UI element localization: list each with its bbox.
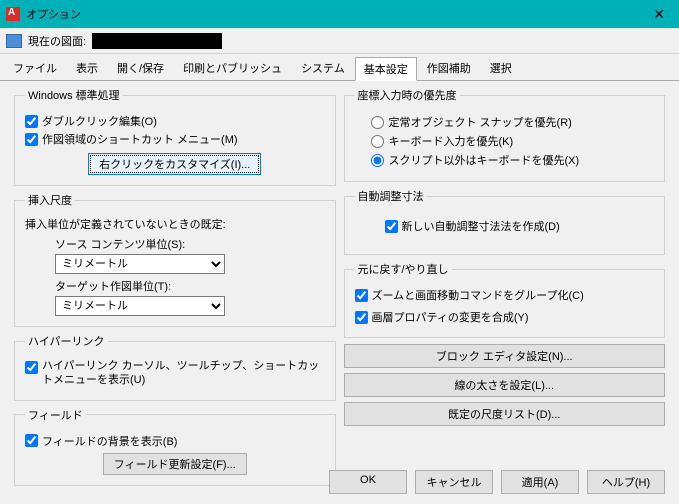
ok-button[interactable]: OK [329, 470, 407, 494]
content: Windows 標準処理 ダブルクリック編集(O) 作図領域のショートカット メ… [0, 81, 679, 469]
group-windows-standard: Windows 標準処理 ダブルクリック編集(O) 作図領域のショートカット メ… [14, 87, 336, 186]
doc-label: 現在の図面: [28, 33, 86, 49]
chk-layer-combine-input[interactable] [355, 311, 368, 324]
tab-file[interactable]: ファイル [4, 56, 66, 80]
app-icon [6, 7, 20, 21]
group-hyperlink: ハイパーリンク ハイパーリンク カーソル、ツールチップ、ショートカットメニューを… [14, 333, 336, 401]
window-title: オプション [26, 6, 645, 22]
right-click-customize-button[interactable]: 右クリックをカスタマイズ(I)... [88, 153, 261, 175]
tab-display[interactable]: 表示 [67, 56, 107, 80]
chk-layer-combine[interactable]: 画層プロパティの変更を合成(Y) [355, 309, 655, 325]
legend-undo-redo: 元に戻す/やり直し [355, 261, 452, 277]
src-units-select[interactable]: ミリメートル [55, 254, 225, 274]
tab-system[interactable]: システム [292, 56, 354, 80]
group-coord-priority: 座標入力時の優先度 定常オブジェクト スナップを優先(R) キーボード入力を優先… [344, 87, 666, 182]
doc-row: 現在の図面: [0, 28, 679, 54]
group-fields: フィールド フィールドの背景を表示(B) フィールド更新設定(F)... [14, 407, 336, 486]
group-insert-scale: 挿入尺度 挿入単位が定義されていないときの既定: ソース コンテンツ単位(S):… [14, 192, 336, 327]
titlebar: オプション ✕ [0, 0, 679, 28]
chk-assoc-dim-input[interactable] [385, 220, 398, 233]
help-button[interactable]: ヘルプ(H) [587, 470, 665, 494]
chk-hyperlink-input[interactable] [25, 361, 38, 374]
radio-keyboard-input[interactable] [371, 135, 384, 148]
lineweight-settings-button[interactable]: 線の太さを設定(L)... [344, 373, 666, 397]
left-column: Windows 標準処理 ダブルクリック編集(O) 作図領域のショートカット メ… [10, 87, 340, 465]
chk-shortcut-menu[interactable]: 作図領域のショートカット メニュー(M) [25, 131, 325, 147]
right-column: 座標入力時の優先度 定常オブジェクト スナップを優先(R) キーボード入力を優先… [340, 87, 670, 465]
src-units-label: ソース コンテンツ単位(S): [55, 236, 325, 252]
radio-osnap-input[interactable] [371, 116, 384, 129]
tab-user-prefs[interactable]: 基本設定 [355, 57, 417, 81]
legend-hyperlink: ハイパーリンク [25, 333, 108, 349]
chk-field-bg-input[interactable] [25, 434, 38, 447]
dialog-buttons: OK キャンセル 適用(A) ヘルプ(H) [329, 470, 665, 494]
cancel-button[interactable]: キャンセル [415, 470, 493, 494]
legend-assoc-dim: 自動調整寸法 [355, 188, 427, 204]
drawing-icon [6, 34, 22, 48]
tab-plot[interactable]: 印刷とパブリッシュ [174, 56, 291, 80]
chk-zoom-group[interactable]: ズームと画面移動コマンドをグループ化(C) [355, 287, 655, 303]
chk-hyperlink[interactable]: ハイパーリンク カーソル、ツールチップ、ショートカットメニューを表示(U) [25, 359, 325, 388]
tab-drafting[interactable]: 作図補助 [418, 56, 480, 80]
chk-dblclick-edit-input[interactable] [25, 115, 38, 128]
legend-fields: フィールド [25, 407, 86, 423]
insert-scale-note: 挿入単位が定義されていないときの既定: [25, 216, 325, 232]
radio-osnap[interactable]: 定常オブジェクト スナップを優先(R) [371, 114, 655, 130]
chk-dblclick-edit[interactable]: ダブルクリック編集(O) [25, 113, 325, 129]
apply-button[interactable]: 適用(A) [501, 470, 579, 494]
chk-field-bg[interactable]: フィールドの背景を表示(B) [25, 433, 325, 449]
chk-assoc-dim[interactable]: 新しい自動調整寸法法を作成(D) [385, 218, 655, 234]
legend-coord-priority: 座標入力時の優先度 [355, 87, 460, 103]
doc-name-redacted [92, 33, 222, 49]
block-editor-settings-button[interactable]: ブロック エディタ設定(N)... [344, 344, 666, 368]
default-scale-list-button[interactable]: 既定の尺度リスト(D)... [344, 402, 666, 426]
chk-zoom-group-input[interactable] [355, 289, 368, 302]
tgt-units-select[interactable]: ミリメートル [55, 296, 225, 316]
group-assoc-dim: 自動調整寸法 新しい自動調整寸法法を作成(D) [344, 188, 666, 255]
radio-keyboard-except-script[interactable]: スクリプト以外はキーボードを優先(X) [371, 152, 655, 168]
legend-windows-standard: Windows 標準処理 [25, 87, 123, 103]
radio-keyboard[interactable]: キーボード入力を優先(K) [371, 133, 655, 149]
chk-shortcut-menu-input[interactable] [25, 133, 38, 146]
legend-insert-scale: 挿入尺度 [25, 192, 75, 208]
tab-strip: ファイル 表示 開く/保存 印刷とパブリッシュ システム 基本設定 作図補助 選… [0, 54, 679, 81]
tgt-units-label: ターゲット作図単位(T): [55, 278, 325, 294]
group-undo-redo: 元に戻す/やり直し ズームと画面移動コマンドをグループ化(C) 画層プロパティの… [344, 261, 666, 338]
close-icon[interactable]: ✕ [645, 6, 673, 23]
tab-open-save[interactable]: 開く/保存 [108, 56, 173, 80]
radio-keyboard-except-script-input[interactable] [371, 154, 384, 167]
tab-selection[interactable]: 選択 [481, 56, 521, 80]
field-update-settings-button[interactable]: フィールド更新設定(F)... [103, 453, 247, 475]
